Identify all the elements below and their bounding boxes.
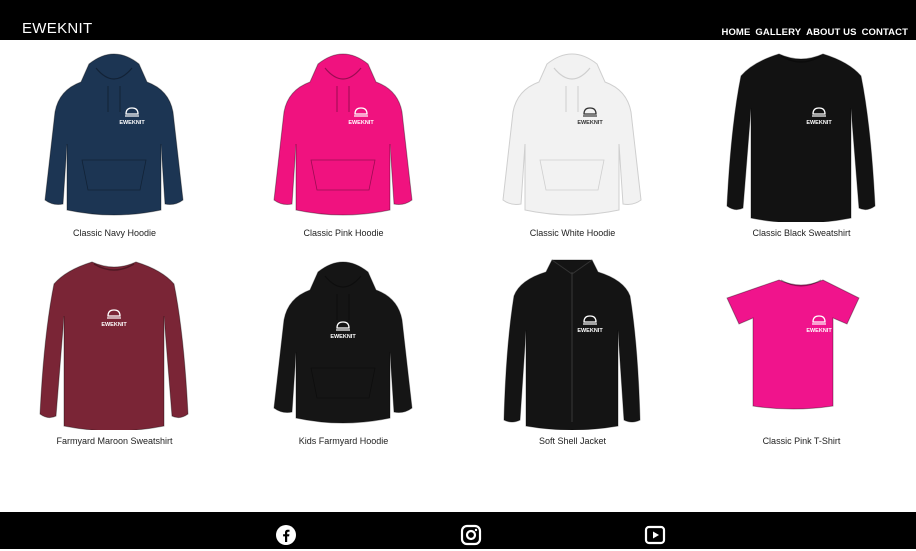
product-image[interactable]: EWEKNIT [492, 42, 652, 222]
nav-about-us[interactable]: ABOUT US [806, 27, 856, 38]
product-image[interactable]: EWEKNIT [34, 42, 194, 222]
gallery-item[interactable]: EWEKNIT Classic Pink Hoodie [229, 40, 458, 248]
svg-text:EWEKNIT: EWEKNIT [330, 334, 356, 340]
svg-text:EWEKNIT: EWEKNIT [577, 328, 603, 334]
product-image[interactable]: EWEKNIT [34, 250, 194, 430]
site-footer [0, 512, 916, 549]
product-caption: Soft Shell Jacket [538, 436, 607, 446]
svg-text:EWEKNIT: EWEKNIT [101, 322, 127, 328]
gallery-item[interactable]: EWEKNIT Classic Pink T-Shirt [687, 248, 916, 456]
gallery-item[interactable]: EWEKNIT Farmyard Maroon Sweatshirt [0, 248, 229, 456]
site-header: EWEKNIT HOME GALLERY ABOUT US CONTACT [0, 0, 916, 40]
gallery-item[interactable]: EWEKNIT Classic White Hoodie [458, 40, 687, 248]
product-image[interactable]: EWEKNIT [263, 250, 423, 430]
gallery-item[interactable]: EWEKNIT Soft Shell Jacket [458, 248, 687, 456]
product-caption: Kids Farmyard Hoodie [298, 436, 389, 446]
youtube-icon[interactable] [644, 524, 666, 546]
product-caption: Classic Black Sweatshirt [752, 228, 851, 238]
svg-text:EWEKNIT: EWEKNIT [348, 120, 374, 126]
product-caption: Classic Pink Hoodie [303, 228, 384, 238]
product-caption: Classic White Hoodie [529, 228, 616, 238]
product-image[interactable]: EWEKNIT [263, 42, 423, 222]
nav-home[interactable]: HOME [721, 27, 750, 38]
instagram-icon[interactable] [460, 524, 482, 546]
svg-text:EWEKNIT: EWEKNIT [806, 328, 832, 334]
svg-text:EWEKNIT: EWEKNIT [806, 120, 832, 126]
nav-gallery[interactable]: GALLERY [755, 27, 801, 38]
product-image[interactable]: EWEKNIT [721, 42, 881, 222]
nav-contact[interactable]: CONTACT [862, 27, 908, 38]
product-caption: Classic Navy Hoodie [72, 228, 157, 238]
product-caption: Classic Pink T-Shirt [762, 436, 841, 446]
product-image[interactable]: EWEKNIT [721, 250, 881, 430]
gallery-item[interactable]: EWEKNIT Classic Black Sweatshirt [687, 40, 916, 248]
svg-text:EWEKNIT: EWEKNIT [577, 120, 603, 126]
product-image[interactable]: EWEKNIT [492, 250, 652, 430]
product-caption: Farmyard Maroon Sweatshirt [56, 436, 173, 446]
svg-text:EWEKNIT: EWEKNIT [119, 120, 145, 126]
facebook-icon[interactable] [275, 524, 297, 546]
gallery-item[interactable]: EWEKNIT Kids Farmyard Hoodie [229, 248, 458, 456]
gallery-item[interactable]: EWEKNIT Classic Navy Hoodie [0, 40, 229, 248]
brand-logo[interactable]: EWEKNIT [22, 20, 92, 37]
main-nav: HOME GALLERY ABOUT US CONTACT [721, 27, 908, 38]
